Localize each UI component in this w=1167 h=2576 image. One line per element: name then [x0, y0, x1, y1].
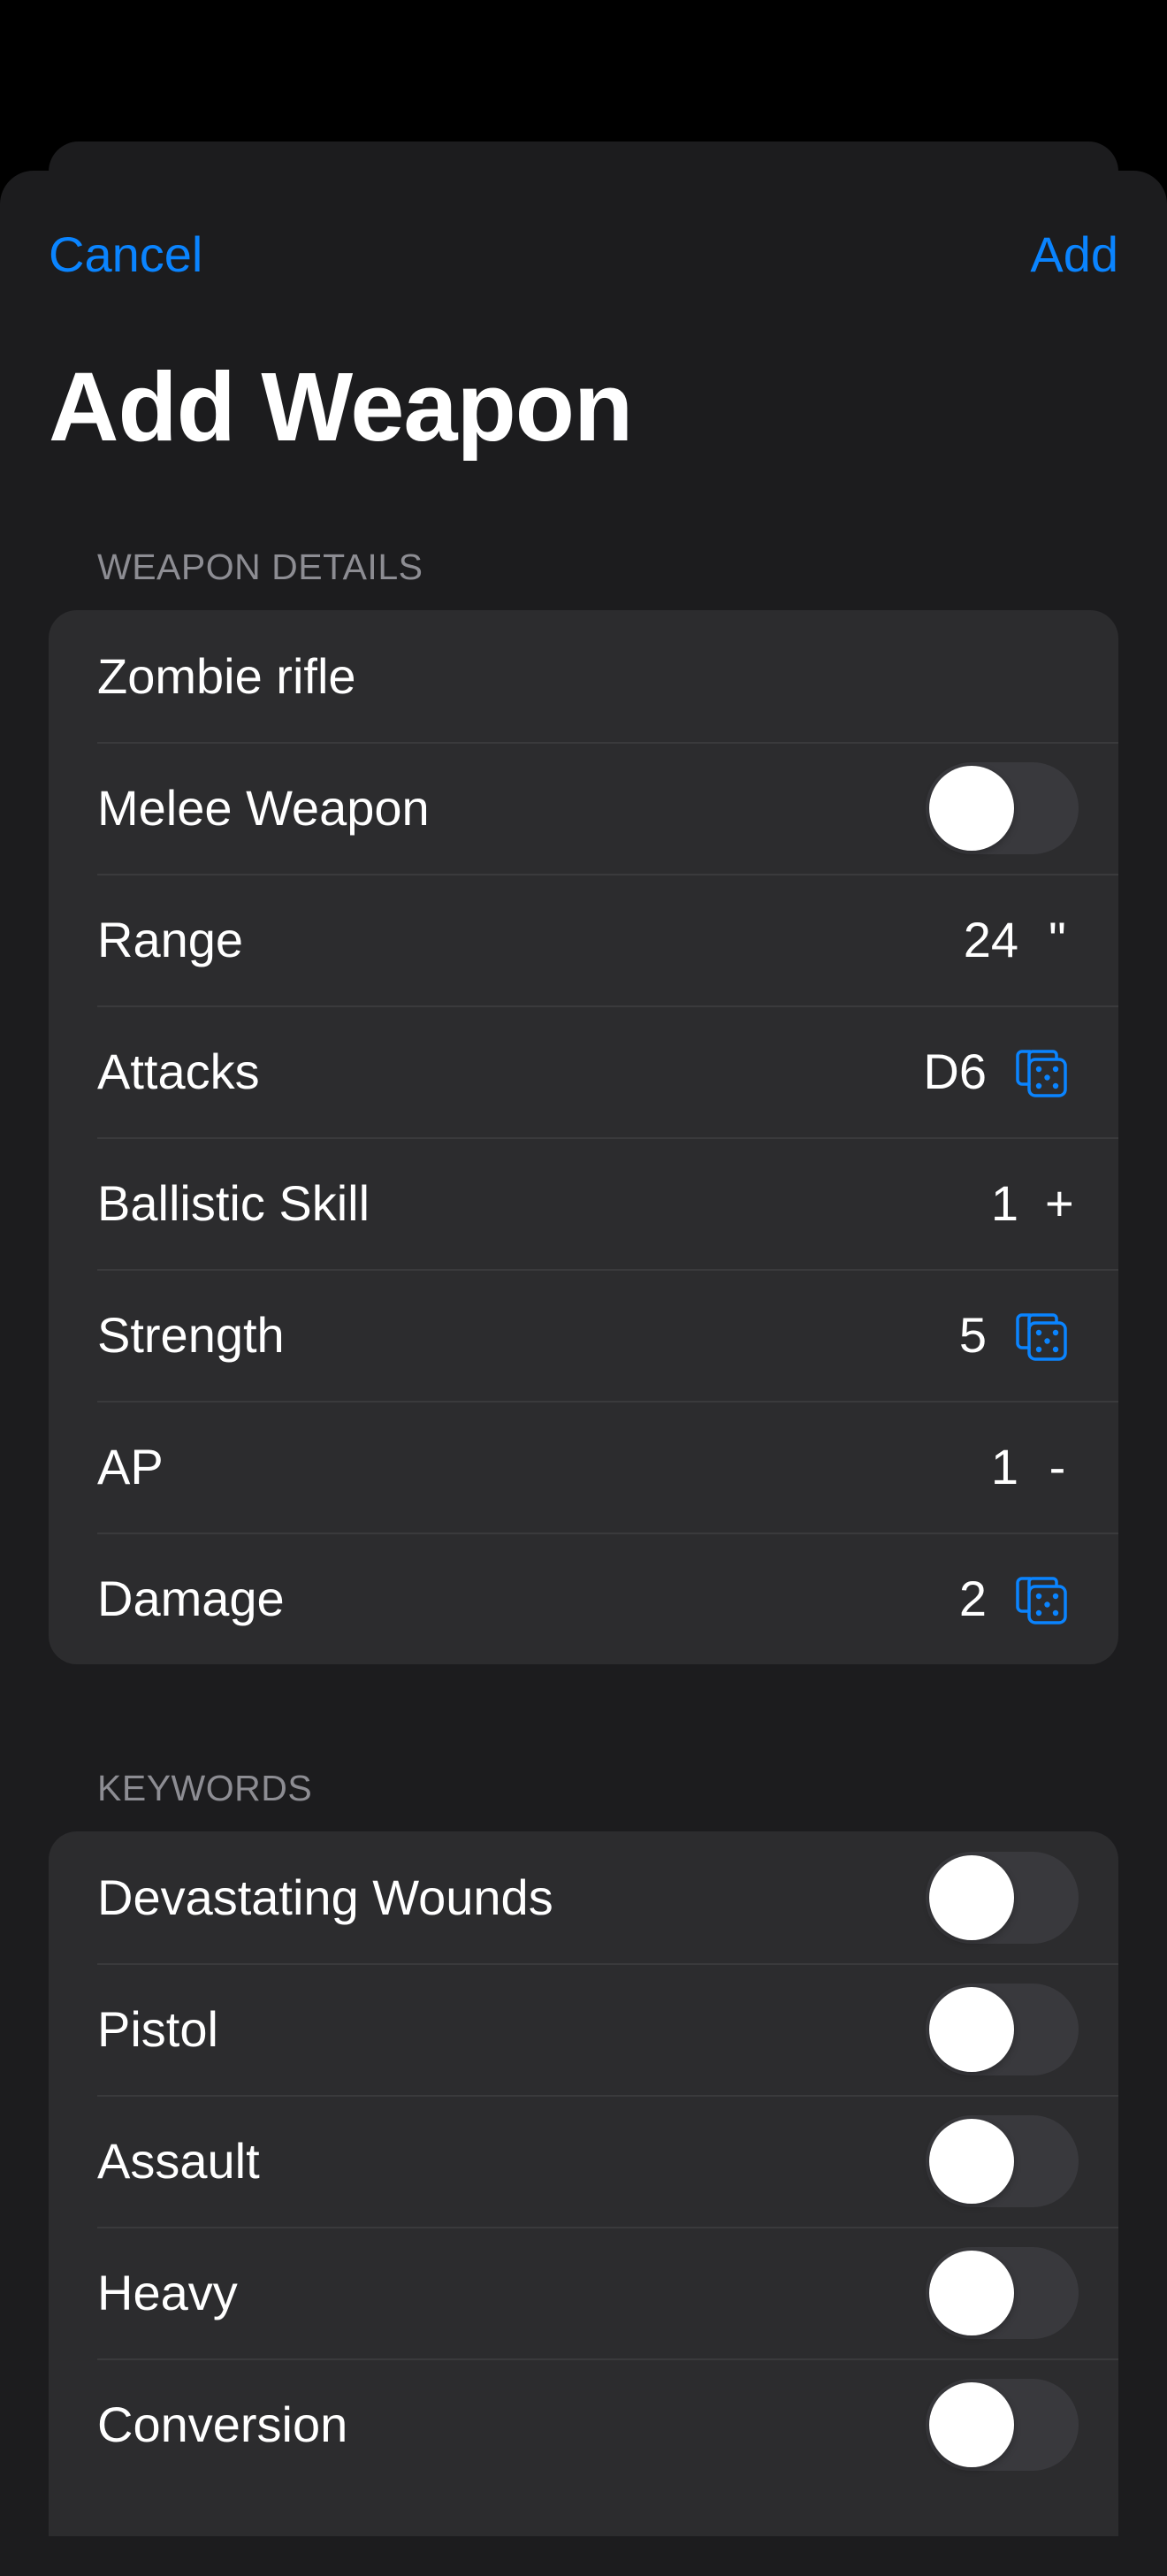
ballistic-skill-unit: + [1045, 1174, 1074, 1231]
ap-unit: - [1049, 1438, 1066, 1494]
add-button[interactable]: Add [1030, 225, 1118, 284]
ballistic-skill-label: Ballistic Skill [97, 1174, 370, 1231]
weapon-name-field[interactable]: Zombie rifle [97, 647, 1070, 706]
attacks-value[interactable]: D6 [923, 1043, 987, 1101]
melee-weapon-row: Melee Weapon [49, 742, 1118, 874]
dice-icon[interactable] [1013, 1571, 1070, 1627]
ap-row: AP 1 - [49, 1401, 1118, 1533]
heavy-toggle[interactable] [926, 2246, 1079, 2339]
strength-row: Strength 5 [49, 1269, 1118, 1401]
range-unit: " [1049, 911, 1066, 967]
attacks-label: Attacks [97, 1043, 260, 1099]
ballistic-skill-value[interactable]: 1 [991, 1174, 1018, 1233]
damage-value[interactable]: 2 [959, 1570, 987, 1628]
conversion-toggle[interactable] [926, 2378, 1079, 2471]
cancel-button[interactable]: Cancel [49, 225, 202, 284]
keywords-group: Devastating Wounds Pistol Assault Heavy … [49, 1831, 1118, 2536]
toggle-knob [929, 2118, 1014, 2204]
weapon-name-row[interactable]: Zombie rifle [49, 610, 1118, 742]
damage-row: Damage 2 [49, 1533, 1118, 1664]
dice-icon[interactable] [1013, 1043, 1070, 1100]
melee-weapon-toggle[interactable] [926, 761, 1079, 854]
strength-label: Strength [97, 1306, 285, 1363]
devastating-wounds-toggle[interactable] [926, 1851, 1079, 1944]
page-title: Add Weapon [49, 353, 633, 462]
keyword-label: Assault [97, 2132, 260, 2189]
toggle-knob [929, 765, 1014, 851]
toggle-knob [929, 1986, 1014, 2072]
attacks-row: Attacks D6 [49, 1005, 1118, 1137]
dice-icon[interactable] [1013, 1307, 1070, 1364]
keyword-row-conversion: Conversion [49, 2358, 1118, 2490]
strength-value[interactable]: 5 [959, 1306, 987, 1364]
toggle-knob [929, 1854, 1014, 1940]
pistol-toggle[interactable] [926, 1983, 1079, 2075]
ap-label: AP [97, 1438, 164, 1494]
ap-value[interactable]: 1 [991, 1438, 1018, 1496]
keyword-label: Conversion [97, 2396, 348, 2452]
keyword-row-heavy: Heavy [49, 2227, 1118, 2358]
keyword-label: Pistol [97, 2000, 218, 2057]
section-header-weapon-details: WEAPON DETAILS [97, 547, 423, 587]
toggle-knob [929, 2250, 1014, 2335]
damage-label: Damage [97, 1570, 285, 1626]
ballistic-skill-row: Ballistic Skill 1 + [49, 1137, 1118, 1269]
section-header-keywords: KEYWORDS [97, 1768, 313, 1808]
keyword-label: Devastating Wounds [97, 1869, 553, 1925]
range-value[interactable]: 24 [964, 911, 1018, 969]
range-label: Range [97, 911, 244, 967]
keyword-row-pistol: Pistol [49, 1963, 1118, 2095]
toggle-knob [929, 2381, 1014, 2467]
keyword-row-devastating-wounds: Devastating Wounds [49, 1831, 1118, 1963]
keyword-label: Heavy [97, 2264, 238, 2320]
assault-toggle[interactable] [926, 2114, 1079, 2207]
weapon-details-group: Zombie rifle Melee Weapon Range 24 " Att… [49, 610, 1118, 1664]
keyword-row-assault: Assault [49, 2095, 1118, 2227]
melee-weapon-label: Melee Weapon [97, 779, 430, 836]
range-row: Range 24 " [49, 874, 1118, 1005]
